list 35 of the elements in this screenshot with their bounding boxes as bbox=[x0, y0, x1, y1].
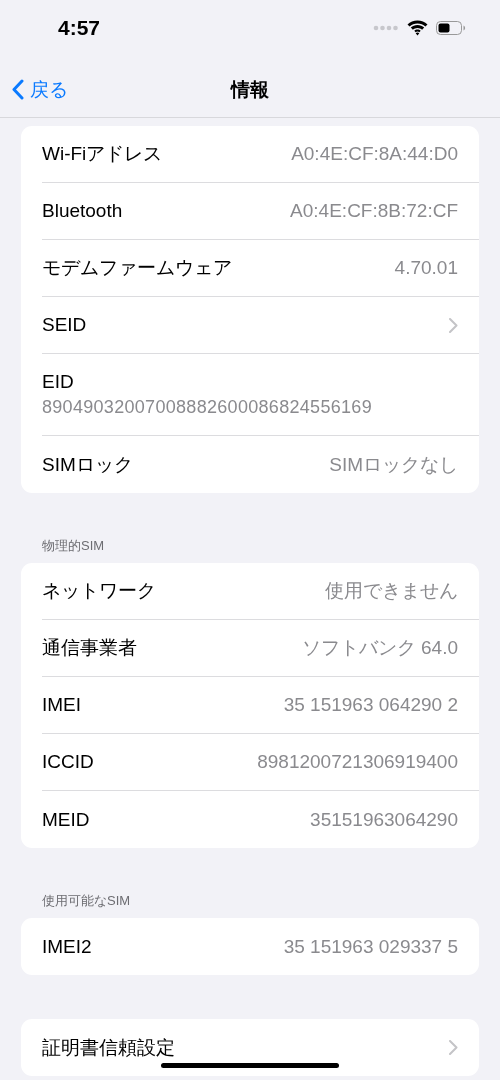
row-value: 89049032007008882600086824556169 bbox=[42, 397, 372, 418]
status-time: 4:57 bbox=[58, 16, 101, 40]
row-label: EID bbox=[42, 371, 74, 393]
row-label: SIMロック bbox=[42, 452, 133, 477]
row-label: Bluetooth bbox=[42, 200, 123, 222]
wifi-icon bbox=[407, 20, 428, 36]
nav-title: 情報 bbox=[231, 77, 269, 102]
row-value: 使用できません bbox=[325, 579, 458, 603]
row-label[interactable]: SEID bbox=[42, 314, 87, 336]
section-header: 使用可能なSIM bbox=[42, 893, 131, 908]
row-value: 4.70.01 bbox=[394, 257, 458, 279]
section-header: 物理的SIM bbox=[42, 538, 105, 553]
row-value: A0:4E:CF:8A:44:D0 bbox=[291, 143, 458, 165]
row-label: Wi-Fiアドレス bbox=[42, 142, 163, 166]
row-value: SIMロックなし bbox=[329, 452, 458, 477]
row-label[interactable]: 証明書信頼設定 bbox=[42, 1034, 175, 1061]
back-chevron-icon bbox=[12, 79, 24, 100]
chevron-icon bbox=[449, 1040, 458, 1055]
chevron-icon bbox=[449, 317, 458, 333]
row-label: 通信事業者 bbox=[42, 636, 137, 660]
signal-icon bbox=[373, 25, 399, 31]
row-label: ICCID bbox=[42, 751, 94, 773]
row-value: 35 151963 064290 2 bbox=[283, 694, 458, 716]
row-label: IMEI2 bbox=[42, 935, 92, 958]
row-label: IMEI bbox=[42, 694, 82, 716]
row-label: ネットワーク bbox=[42, 579, 156, 603]
row-label: MEID bbox=[42, 808, 90, 831]
row-value: 35 151963 029337 5 bbox=[283, 935, 458, 958]
row-value: ソフトバンク 64.0 bbox=[301, 636, 458, 660]
row-value: 8981200721306919400 bbox=[257, 751, 458, 773]
back-button[interactable]: 戻る bbox=[12, 76, 68, 103]
row-value: A0:4E:CF:8B:72:CF bbox=[290, 200, 458, 222]
row-value: 35151963064290 bbox=[310, 808, 458, 831]
battery-icon bbox=[436, 21, 466, 35]
row-label: モデムファームウェア bbox=[42, 256, 232, 280]
